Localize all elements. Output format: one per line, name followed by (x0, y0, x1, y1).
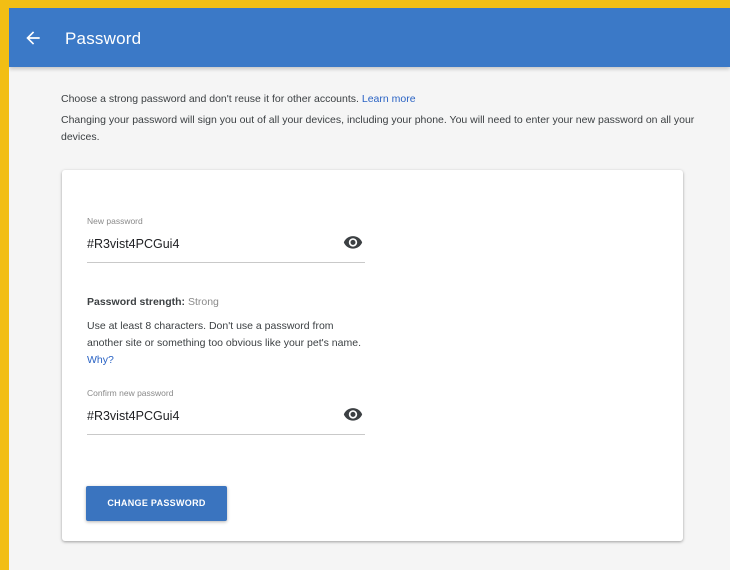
window: Password Choose a strong password and do… (9, 8, 730, 570)
page-title: Password (65, 29, 142, 48)
password-strength: Password strength: Strong (87, 296, 219, 308)
password-hint-text: Use at least 8 characters. Don't use a p… (87, 320, 361, 349)
new-password-field: New password (87, 216, 365, 263)
confirm-password-field: Confirm new password (87, 388, 365, 435)
password-strength-value: Strong (187, 296, 219, 308)
password-form-card: New password Password strength: Strong U… (62, 170, 683, 541)
new-password-input[interactable] (87, 237, 327, 251)
learn-more-link[interactable]: Learn more (362, 93, 416, 105)
confirm-password-input[interactable] (87, 409, 327, 423)
intro-text: Choose a strong password and don't reuse… (61, 91, 701, 150)
password-hint: Use at least 8 characters. Don't use a p… (87, 318, 372, 369)
intro-line-1: Choose a strong password and don't reuse… (61, 91, 701, 108)
intro-line-1-text: Choose a strong password and don't reuse… (61, 93, 359, 105)
new-password-label: New password (87, 216, 143, 226)
password-strength-label: Password strength: (87, 296, 186, 308)
why-link[interactable]: Why? (87, 354, 114, 366)
confirm-password-label: Confirm new password (87, 388, 174, 398)
change-password-button[interactable]: CHANGE PASSWORD (86, 486, 227, 521)
intro-line-2: Changing your password will sign you out… (61, 114, 695, 143)
eye-icon[interactable] (343, 235, 363, 249)
arrow-left-icon[interactable] (23, 28, 43, 48)
app-bar: Password (9, 8, 730, 67)
eye-icon[interactable] (343, 407, 363, 421)
